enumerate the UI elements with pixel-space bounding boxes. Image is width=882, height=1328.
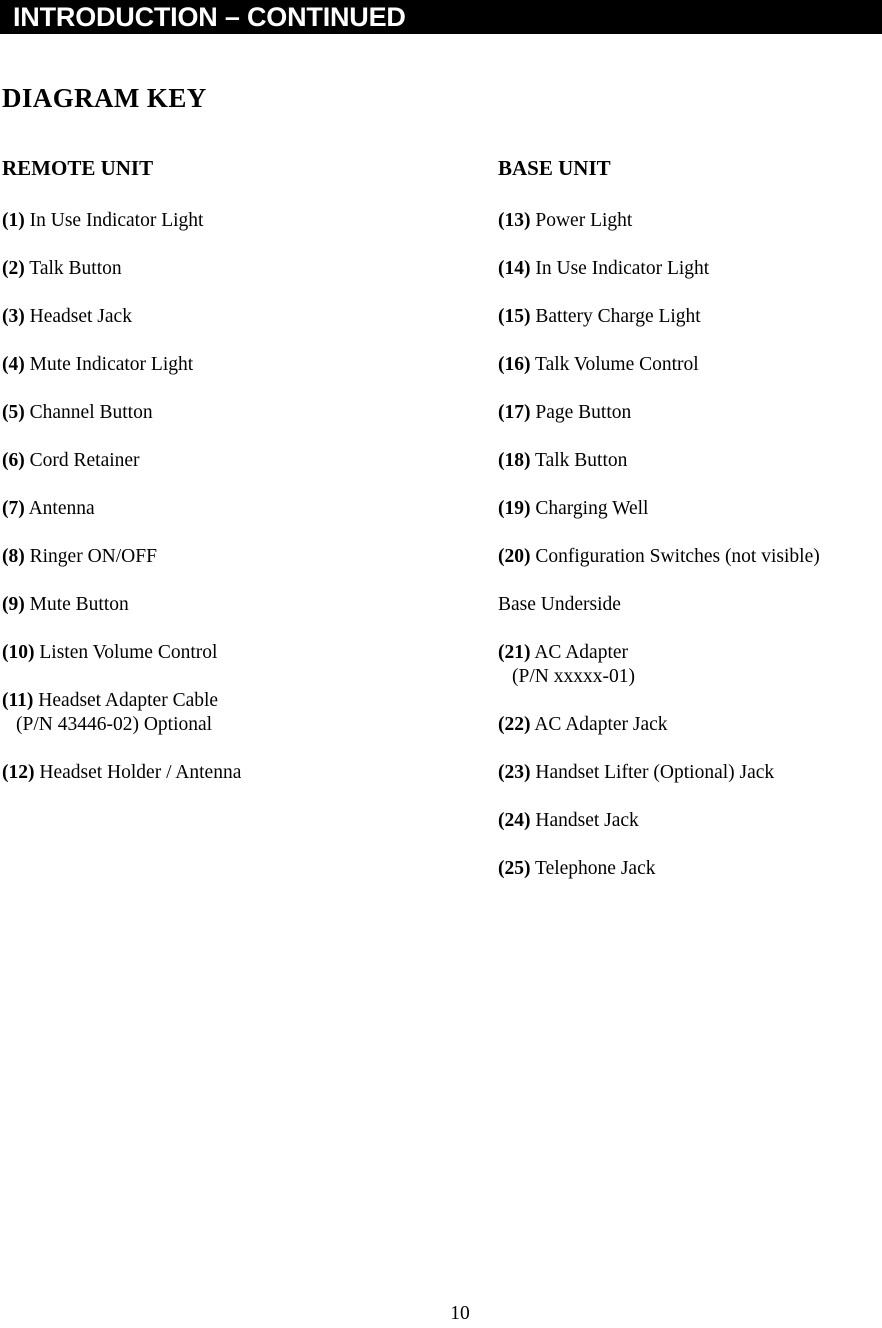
entry-number: (22) [498,714,531,735]
entry-label: Telephone Jack [535,858,656,879]
diagram-key-entry: (12) Headset Holder / Antenna [2,761,482,809]
entry-number: (14) [498,258,531,279]
entry-sublabel: (P/N xxxxx-01) [512,666,635,687]
entry-label: Mute Indicator Light [29,354,194,375]
entry-number: (18) [498,450,531,471]
entry-label: Power Light [535,210,633,231]
entry-number: (11) [2,690,34,711]
diagram-key-entry: (2) Talk Button [2,257,482,305]
diagram-key-entry: (1) In Use Indicator Light [2,209,482,257]
entry-number: (13) [498,210,531,231]
diagram-key-entry: (7) Antenna [2,497,482,545]
diagram-key-entry: (5) Channel Button [2,401,482,449]
entry-label: Configuration Switches (not visible) [535,546,820,567]
entry-number: (19) [498,498,531,519]
entry-label: Page Button [535,402,632,423]
entry-label: Listen Volume Control [39,642,218,663]
entry-number: (9) [2,594,25,615]
subsection-heading-base-underside: Base Underside [498,594,621,615]
diagram-key-entry: (6) Cord Retainer [2,449,482,497]
diagram-key-entry: (22) AC Adapter Jack [498,713,882,761]
entry-label: Headset Holder / Antenna [39,762,242,783]
entry-number: (24) [498,810,531,831]
entry-number: (5) [2,402,25,423]
entry-number: (23) [498,762,531,783]
entry-label: Talk Button [535,450,628,471]
diagram-key-entry: (24) Handset Jack [498,809,882,857]
entry-label: Handset Jack [535,810,639,831]
section-header-title: INTRODUCTION – CONTINUED [13,1,406,32]
entry-label: Headset Adapter Cable [38,690,219,711]
entry-label: Charging Well [535,498,649,519]
entry-number: (2) [2,258,25,279]
entry-label: AC Adapter Jack [534,714,668,735]
diagram-key-entry: (23) Handset Lifter (Optional) Jack [498,761,882,809]
base-unit-entry-list: (13) Power Light (14) In Use Indicator Li… [498,209,882,905]
column-heading-remote-unit: REMOTE UNIT [2,156,154,180]
diagram-key-entry: (13) Power Light [498,209,882,257]
section-header-banner: INTRODUCTION – CONTINUED [0,0,882,34]
diagram-key-entry: (3) Headset Jack [2,305,482,353]
entry-label: Battery Charge Light [535,306,701,327]
diagram-key-entry: (4) Mute Indicator Light [2,353,482,401]
column-remote-unit: REMOTE UNIT (1) In Use Indicator Light (2… [2,158,482,809]
entry-number: (16) [498,354,531,375]
entry-number: (17) [498,402,531,423]
diagram-key-entry: (9) Mute Button [2,593,482,641]
entry-label: In Use Indicator Light [29,210,204,231]
remote-unit-entry-list: (1) In Use Indicator Light (2) Talk Butto… [2,209,482,809]
entry-label: In Use Indicator Light [535,258,710,279]
diagram-key-entry: (17) Page Button [498,401,882,449]
entry-number: (20) [498,546,531,567]
page-title: DIAGRAM KEY [2,83,207,113]
entry-number: (6) [2,450,25,471]
entry-label: Talk Volume Control [535,354,699,375]
entry-number: (3) [2,306,25,327]
entry-label: Antenna [28,498,95,519]
diagram-key-entry: (16) Talk Volume Control [498,353,882,401]
entry-number: (7) [2,498,25,519]
entry-label: Mute Button [29,594,129,615]
entry-number: (15) [498,306,531,327]
entry-sublabel: (P/N 43446-02) Optional [16,714,213,735]
entry-number: (25) [498,858,531,879]
entry-label: Headset Jack [29,306,132,327]
entry-number: (1) [2,210,25,231]
entry-label: Handset Lifter (Optional) Jack [535,762,775,783]
diagram-key-entry: (15) Battery Charge Light [498,305,882,353]
entry-number: (4) [2,354,25,375]
diagram-key-entry: (8) Ringer ON/OFF [2,545,482,593]
entry-number: (12) [2,762,35,783]
entry-label: Channel Button [29,402,153,423]
entry-label: Cord Retainer [29,450,140,471]
diagram-key-entry: (14) In Use Indicator Light [498,257,882,305]
entry-label: Ringer ON/OFF [29,546,157,567]
diagram-key-entry: (18) Talk Button [498,449,882,497]
diagram-key-entry: (25) Telephone Jack [498,857,882,905]
entry-number: (10) [2,642,35,663]
diagram-key-entry: (10) Listen Volume Control [2,641,482,689]
diagram-key-entry: (11) Headset Adapter Cable (P/N 43446-02)… [2,689,482,761]
diagram-key-entry: (20) Configuration Switches (not visible… [498,545,882,593]
page-number: 10 [450,1303,470,1324]
diagram-key-entry: (21) AC Adapter (P/N xxxxx-01) [498,641,882,713]
diagram-key-entry: (19) Charging Well [498,497,882,545]
column-heading-base-unit: BASE UNIT [498,156,611,180]
entry-number: (8) [2,546,25,567]
entry-number: (21) [498,642,531,663]
entry-label: Talk Button [29,258,122,279]
entry-label: AC Adapter [534,642,629,663]
column-base-unit: BASE UNIT (13) Power Light (14) In Use In… [498,158,882,905]
